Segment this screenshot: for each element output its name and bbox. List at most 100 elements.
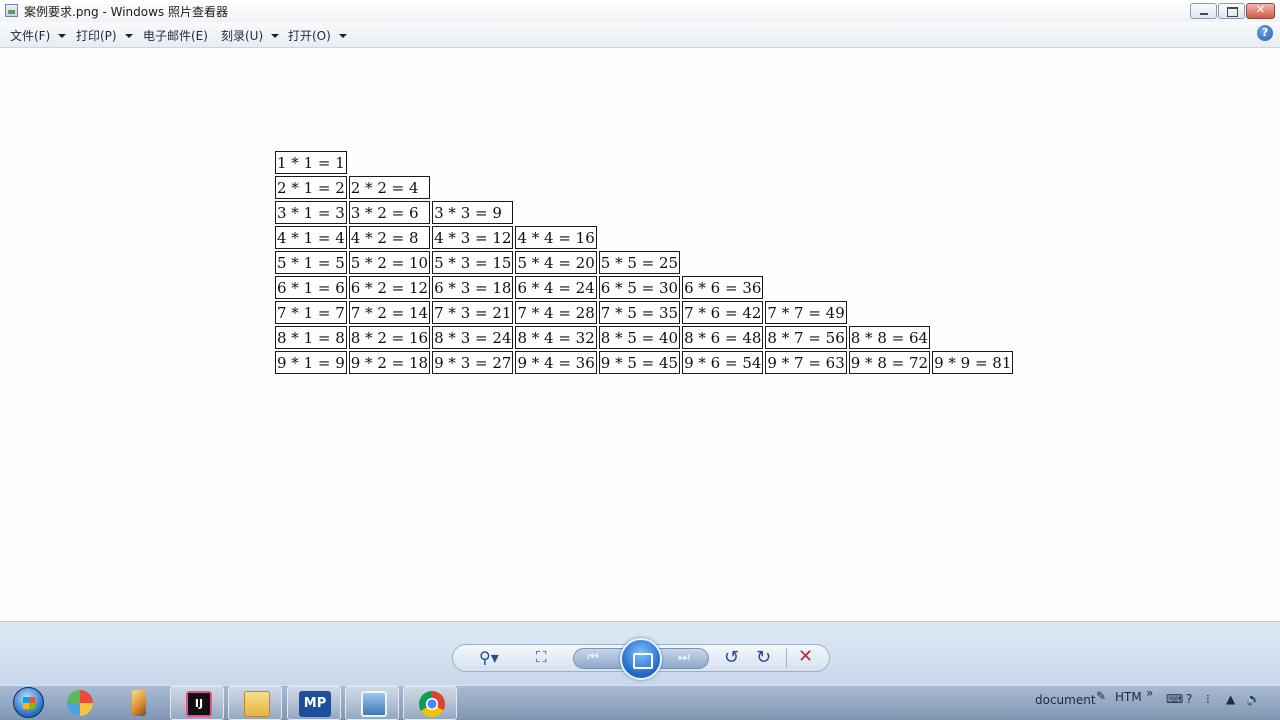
menu-email[interactable]: 电子邮件(E) [143, 27, 208, 44]
tray-options-icon[interactable]: ⁝ [1206, 693, 1210, 705]
empty-cell [599, 226, 680, 249]
taskbar-app-pencil[interactable] [111, 686, 165, 720]
table-cell: 2 * 2 = 4 [348, 176, 431, 199]
zoom-icon[interactable]: ⚲▾ [479, 650, 499, 666]
table-cell: 4 * 4 = 16 [515, 226, 597, 249]
start-button[interactable] [4, 686, 44, 720]
tray-expand-icon[interactable]: » [1146, 687, 1153, 699]
table-cell: 4 * 1 = 4 [275, 226, 347, 249]
minimize-button[interactable] [1190, 3, 1217, 19]
help-icon[interactable]: ? [1257, 25, 1273, 41]
taskbar-app-paint[interactable] [52, 686, 106, 720]
slideshow-icon[interactable] [620, 638, 662, 680]
keyboard-icon[interactable]: ⌨ [1166, 693, 1183, 705]
empty-cell [932, 176, 1013, 199]
table-cell: 9 * 8 = 72 [848, 351, 931, 374]
menu-burn[interactable]: 刻录(U) [221, 27, 280, 44]
empty-cell [765, 226, 846, 249]
empty-cell [849, 301, 930, 324]
image-viewport: 1 * 1 = 12 * 1 = 22 * 2 = 43 * 1 = 33 * … [0, 49, 1280, 621]
rotate-right-icon[interactable]: ↻ [756, 649, 771, 667]
empty-cell [849, 201, 930, 224]
table-cell: 5 * 5 = 25 [598, 251, 681, 274]
empty-cell [682, 201, 763, 224]
table-cell: 9 * 4 = 36 [515, 351, 597, 374]
menu-print[interactable]: 打印(P) [76, 27, 133, 44]
taskbar-app-mp[interactable]: MP [287, 686, 341, 720]
maximize-button[interactable] [1218, 3, 1245, 19]
table-cell: 5 * 3 = 15 [432, 251, 514, 274]
table-cell: 9 * 9 = 81 [932, 351, 1014, 374]
table-cell: 7 * 3 = 21 [432, 301, 514, 324]
empty-cell [765, 201, 846, 224]
tray-ime-icon[interactable]: ✎ [1096, 690, 1106, 702]
empty-cell [349, 151, 430, 174]
tray-document-label: document [1035, 693, 1096, 707]
empty-cell [765, 251, 846, 274]
empty-cell [682, 226, 763, 249]
volume-icon[interactable]: 🔈 [1246, 693, 1261, 705]
table-cell: 8 * 3 = 24 [432, 326, 514, 349]
tray-help-icon[interactable]: ? [1186, 693, 1192, 705]
table-cell: 6 * 5 = 30 [598, 276, 681, 299]
mp-app-icon: MP [299, 691, 331, 717]
table-cell: 7 * 6 = 42 [682, 301, 764, 324]
previous-icon[interactable]: ⏮ [587, 651, 599, 664]
rotate-left-icon[interactable]: ↺ [724, 649, 739, 667]
taskbar-app-chrome[interactable] [403, 686, 457, 720]
table-row: 6 * 1 = 66 * 2 = 12 6 * 3 = 18 6 * 4 = 24 6… [275, 276, 1013, 299]
show-hidden-icons[interactable]: ▲ [1226, 693, 1235, 705]
table-cell: 7 * 2 = 14 [348, 301, 431, 324]
chevron-down-icon [58, 34, 67, 38]
table-cell: 6 * 2 = 12 [348, 276, 431, 299]
empty-cell [599, 151, 680, 174]
taskbar-app-intellij[interactable]: IJ [170, 686, 224, 720]
table-cell: 6 * 1 = 6 [275, 276, 347, 299]
table-cell: 9 * 6 = 54 [682, 351, 764, 374]
empty-cell [932, 226, 1013, 249]
next-icon[interactable]: ⏭ [678, 651, 690, 664]
pencil-app-icon [132, 690, 146, 716]
table-cell: 3 * 3 = 9 [432, 201, 514, 224]
empty-cell [599, 176, 680, 199]
tray-htm-label: HTM [1115, 690, 1142, 704]
empty-cell [432, 176, 513, 199]
actual-size-icon[interactable]: ⛶ [536, 650, 547, 665]
table-row: 3 * 1 = 33 * 2 = 63 * 3 = 9 [275, 201, 1013, 224]
photo-viewer-icon [361, 691, 387, 717]
chrome-icon [419, 691, 445, 717]
empty-cell [849, 226, 930, 249]
table-cell: 8 * 4 = 32 [515, 326, 597, 349]
empty-cell [849, 251, 930, 274]
empty-cell [849, 276, 930, 299]
table-cell: 9 * 3 = 27 [432, 351, 514, 374]
close-window-button[interactable] [1246, 3, 1275, 19]
table-cell: 9 * 1 = 9 [275, 351, 347, 374]
delete-icon[interactable]: ✕ [798, 648, 813, 666]
table-cell: 8 * 5 = 40 [598, 326, 681, 349]
photo-viewer-app-icon [5, 4, 18, 17]
taskbar-app-explorer[interactable] [228, 686, 282, 720]
table-cell: 7 * 4 = 28 [515, 301, 597, 324]
menu-file[interactable]: 文件(F) [10, 27, 67, 44]
table-cell: 5 * 2 = 10 [348, 251, 431, 274]
taskbar-app-photo-viewer[interactable] [345, 686, 399, 720]
empty-cell [682, 151, 763, 174]
window-title: 案例要求.png - Windows 照片查看器 [24, 5, 228, 19]
table-cell: 2 * 1 = 2 [275, 176, 347, 199]
menu-open[interactable]: 打开(O) [288, 27, 347, 44]
empty-cell [599, 201, 680, 224]
table-cell: 5 * 4 = 20 [515, 251, 597, 274]
empty-cell [849, 151, 930, 174]
empty-cell [932, 201, 1013, 224]
empty-cell [765, 151, 846, 174]
explorer-icon [244, 691, 270, 717]
empty-cell [932, 326, 1013, 349]
table-cell: 8 * 8 = 64 [848, 326, 931, 349]
intellij-icon: IJ [186, 691, 212, 717]
empty-cell [765, 176, 846, 199]
title-bar: 案例要求.png - Windows 照片查看器 [0, 0, 1280, 22]
table-cell: 8 * 2 = 16 [348, 326, 431, 349]
table-row: 8 * 1 = 88 * 2 = 16 8 * 3 = 24 8 * 4 = 32 8… [275, 326, 1013, 349]
table-cell: 6 * 6 = 36 [682, 276, 764, 299]
